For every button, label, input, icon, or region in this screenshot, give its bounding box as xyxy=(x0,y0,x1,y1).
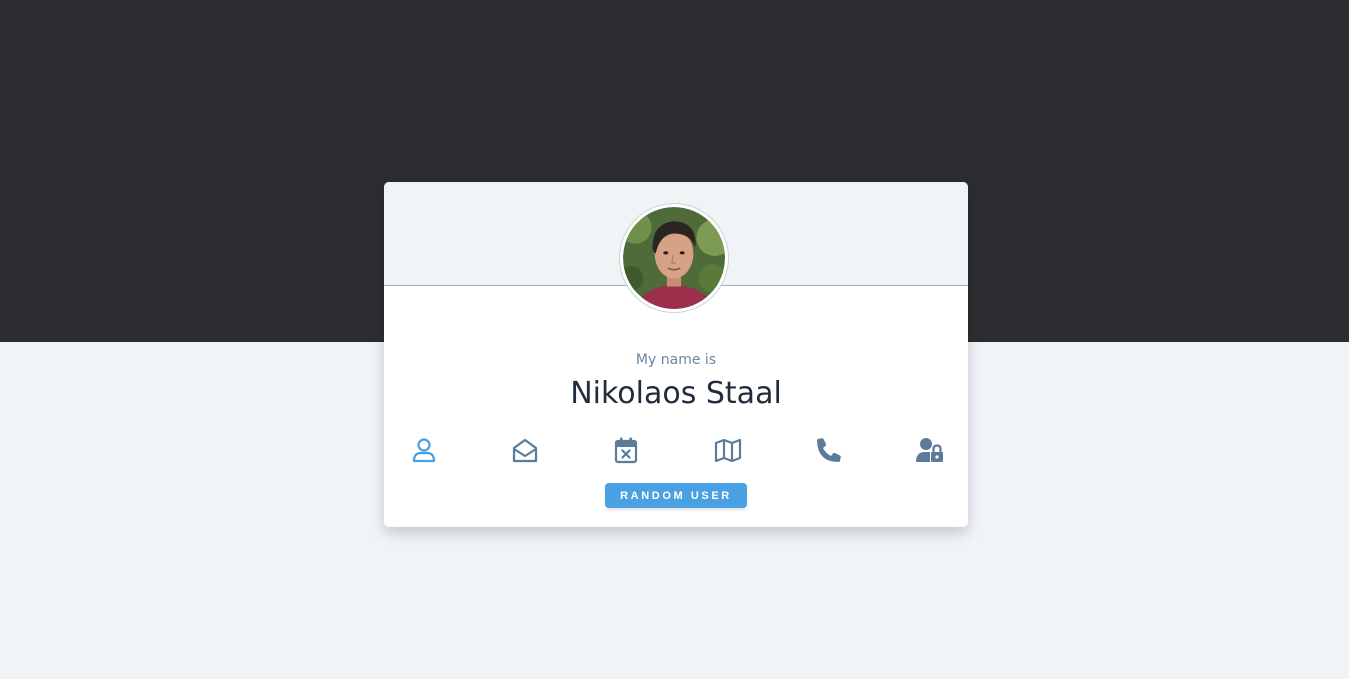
user-card: My name is Nikolaos Staal RANDOM USER xyxy=(384,182,968,527)
phone-icon xyxy=(816,438,841,462)
avatar-photo xyxy=(623,207,725,309)
envelope-open-icon xyxy=(513,438,538,463)
tab-password[interactable] xyxy=(910,432,950,468)
user-lock-icon xyxy=(915,438,943,462)
tab-location[interactable] xyxy=(708,432,748,468)
tab-birthday[interactable] xyxy=(606,432,646,468)
calendar-x-icon xyxy=(615,437,638,464)
user-icon xyxy=(412,438,436,463)
tab-phone[interactable] xyxy=(809,432,849,468)
random-user-button[interactable]: RANDOM USER xyxy=(605,483,747,508)
user-name: Nikolaos Staal xyxy=(570,376,782,411)
info-title: My name is xyxy=(635,352,717,368)
map-icon xyxy=(714,438,741,463)
avatar xyxy=(619,203,729,313)
info-tabs xyxy=(404,432,950,468)
tab-email[interactable] xyxy=(505,432,545,468)
tab-name[interactable] xyxy=(404,432,444,468)
